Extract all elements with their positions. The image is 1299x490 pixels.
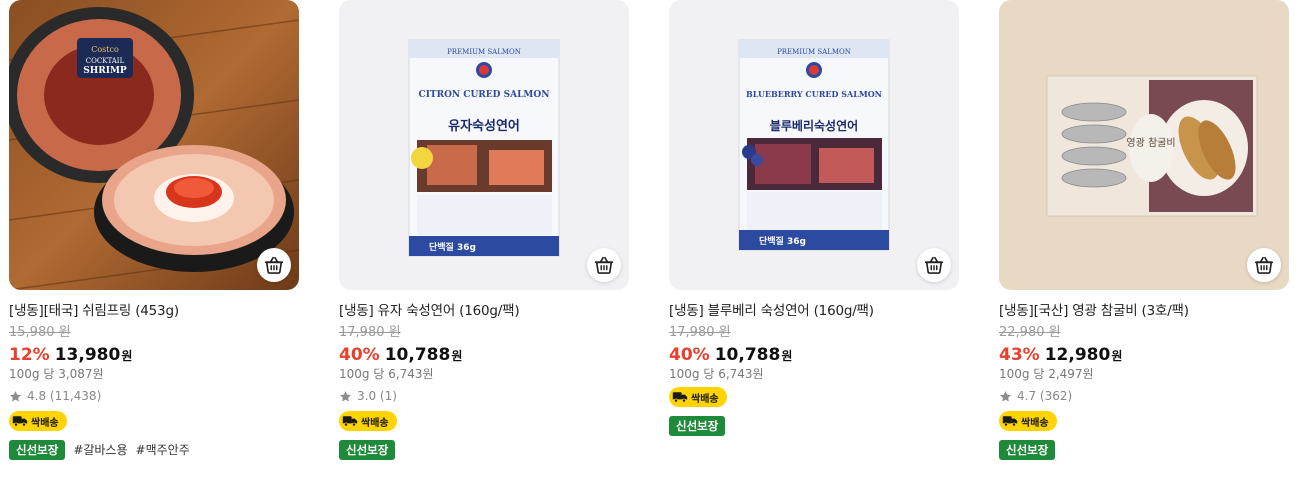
product-image[interactable]: PREMIUM SALMON BLUEBERRY CURED SALMON 블루… <box>669 0 959 290</box>
original-price: 15,980 원 <box>9 325 71 340</box>
discount-rate: 40% <box>669 345 710 365</box>
discount-rate: 43% <box>999 345 1040 365</box>
price-row: 43% 12,980 원 <box>999 345 1289 365</box>
truck-icon <box>342 416 358 427</box>
basket-icon <box>1254 256 1274 274</box>
product-image[interactable]: PREMIUM SALMON CITRON CURED SALMON 유자숙성연… <box>339 0 629 290</box>
star-icon <box>10 390 21 401</box>
discount-rate: 40% <box>339 345 380 365</box>
svg-text:COCKTAIL: COCKTAIL <box>86 57 125 65</box>
hashtag[interactable]: #갈바스용 <box>73 441 127 458</box>
rating-text: 3.0 (1) <box>357 389 397 403</box>
svg-text:SHRIMP: SHRIMP <box>83 66 127 76</box>
yellow-croaker-image: 영광 참굴비 <box>999 0 1289 290</box>
blueberry-salmon-image: PREMIUM SALMON BLUEBERRY CURED SALMON 블루… <box>669 0 959 290</box>
price-row: 40% 10,788 원 <box>669 345 959 365</box>
svg-text:CITRON CURED SALMON: CITRON CURED SALMON <box>419 90 550 100</box>
product-card[interactable]: Costco COCKTAIL SHRIMP [냉동][태국] 쉬림프링 (45… <box>9 0 299 460</box>
currency: 원 <box>121 349 133 363</box>
sale-price: 13,980 <box>54 345 121 365</box>
truck-icon <box>12 416 28 427</box>
fresh-guarantee-badge: 신선보장 <box>9 439 66 460</box>
currency: 원 <box>451 349 463 363</box>
svg-text:영광 참굴비: 영광 참굴비 <box>1126 137 1175 149</box>
rating-text: 4.7 (362) <box>1017 389 1073 403</box>
unit-price: 100g 당 6,743원 <box>339 367 434 381</box>
fast-delivery-badge: 싹배송 <box>669 387 727 407</box>
svg-text:블루베리숙성연어: 블루베리숙성연어 <box>770 118 858 133</box>
rating: 4.7 (362) <box>999 388 1289 404</box>
original-price: 17,980 원 <box>339 325 401 340</box>
original-price: 17,980 원 <box>669 325 731 340</box>
sale-price: 10,788 <box>384 345 451 365</box>
original-price: 22,980 원 <box>999 325 1061 340</box>
svg-text:PREMIUM SALMON: PREMIUM SALMON <box>777 48 851 56</box>
basket-icon <box>924 256 944 274</box>
rating: 3.0 (1) <box>339 388 629 404</box>
product-title[interactable]: [냉동] 유자 숙성연어 (160g/팩) <box>339 302 629 320</box>
currency: 원 <box>1111 349 1123 363</box>
product-title[interactable]: [냉동][태국] 쉬림프링 (453g) <box>9 302 299 320</box>
basket-icon <box>264 256 284 274</box>
add-to-cart-button[interactable] <box>917 248 951 282</box>
fresh-guarantee-badge: 신선보장 <box>999 439 1056 460</box>
brand-text: Costco <box>91 45 119 54</box>
sale-price: 10,788 <box>714 345 781 365</box>
truck-icon <box>1002 416 1018 427</box>
product-image[interactable]: 영광 참굴비 <box>999 0 1289 290</box>
unit-price: 100g 당 6,743원 <box>669 367 764 381</box>
product-card[interactable]: PREMIUM SALMON BLUEBERRY CURED SALMON 블루… <box>669 0 959 436</box>
star-icon <box>1000 390 1011 401</box>
product-card[interactable]: 영광 참굴비 [냉동][국산] 영광 참굴비 (3호/팩) 22,980 원 4… <box>999 0 1289 460</box>
fast-delivery-badge: 싹배송 <box>339 411 397 431</box>
svg-text:BLUEBERRY CURED SALMON: BLUEBERRY CURED SALMON <box>746 89 882 99</box>
fast-delivery-badge: 싹배송 <box>999 411 1057 431</box>
citron-salmon-image: PREMIUM SALMON CITRON CURED SALMON 유자숙성연… <box>339 0 629 290</box>
product-title[interactable]: [냉동][국산] 영광 참굴비 (3호/팩) <box>999 302 1289 320</box>
basket-icon <box>594 256 614 274</box>
truck-icon <box>672 392 688 403</box>
rating: 4.8 (11,438) <box>9 388 299 404</box>
product-card[interactable]: PREMIUM SALMON CITRON CURED SALMON 유자숙성연… <box>339 0 629 460</box>
fresh-guarantee-badge: 신선보장 <box>339 439 396 460</box>
add-to-cart-button[interactable] <box>257 248 291 282</box>
price-row: 12% 13,980 원 <box>9 345 299 365</box>
discount-rate: 12% <box>9 345 50 365</box>
currency: 원 <box>781 349 793 363</box>
fresh-guarantee-badge: 신선보장 <box>669 415 726 436</box>
sale-price: 12,980 <box>1044 345 1111 365</box>
product-image[interactable]: Costco COCKTAIL SHRIMP <box>9 0 299 290</box>
product-title[interactable]: [냉동] 블루베리 숙성연어 (160g/팩) <box>669 302 959 320</box>
fast-delivery-badge: 싹배송 <box>9 411 67 431</box>
add-to-cart-button[interactable] <box>587 248 621 282</box>
rating-text: 4.8 (11,438) <box>27 389 102 403</box>
svg-text:단백질 36g: 단백질 36g <box>759 235 806 247</box>
star-icon <box>340 390 351 401</box>
svg-text:PREMIUM SALMON: PREMIUM SALMON <box>447 48 521 56</box>
unit-price: 100g 당 3,087원 <box>9 367 104 381</box>
price-row: 40% 10,788 원 <box>339 345 629 365</box>
unit-price: 100g 당 2,497원 <box>999 367 1094 381</box>
add-to-cart-button[interactable] <box>1247 248 1281 282</box>
shrimp-ring-image: Costco COCKTAIL SHRIMP <box>9 0 299 290</box>
svg-text:유자숙성연어: 유자숙성연어 <box>448 118 520 134</box>
hashtag[interactable]: #맥주안주 <box>136 441 190 458</box>
svg-text:단백질 36g: 단백질 36g <box>429 241 476 253</box>
